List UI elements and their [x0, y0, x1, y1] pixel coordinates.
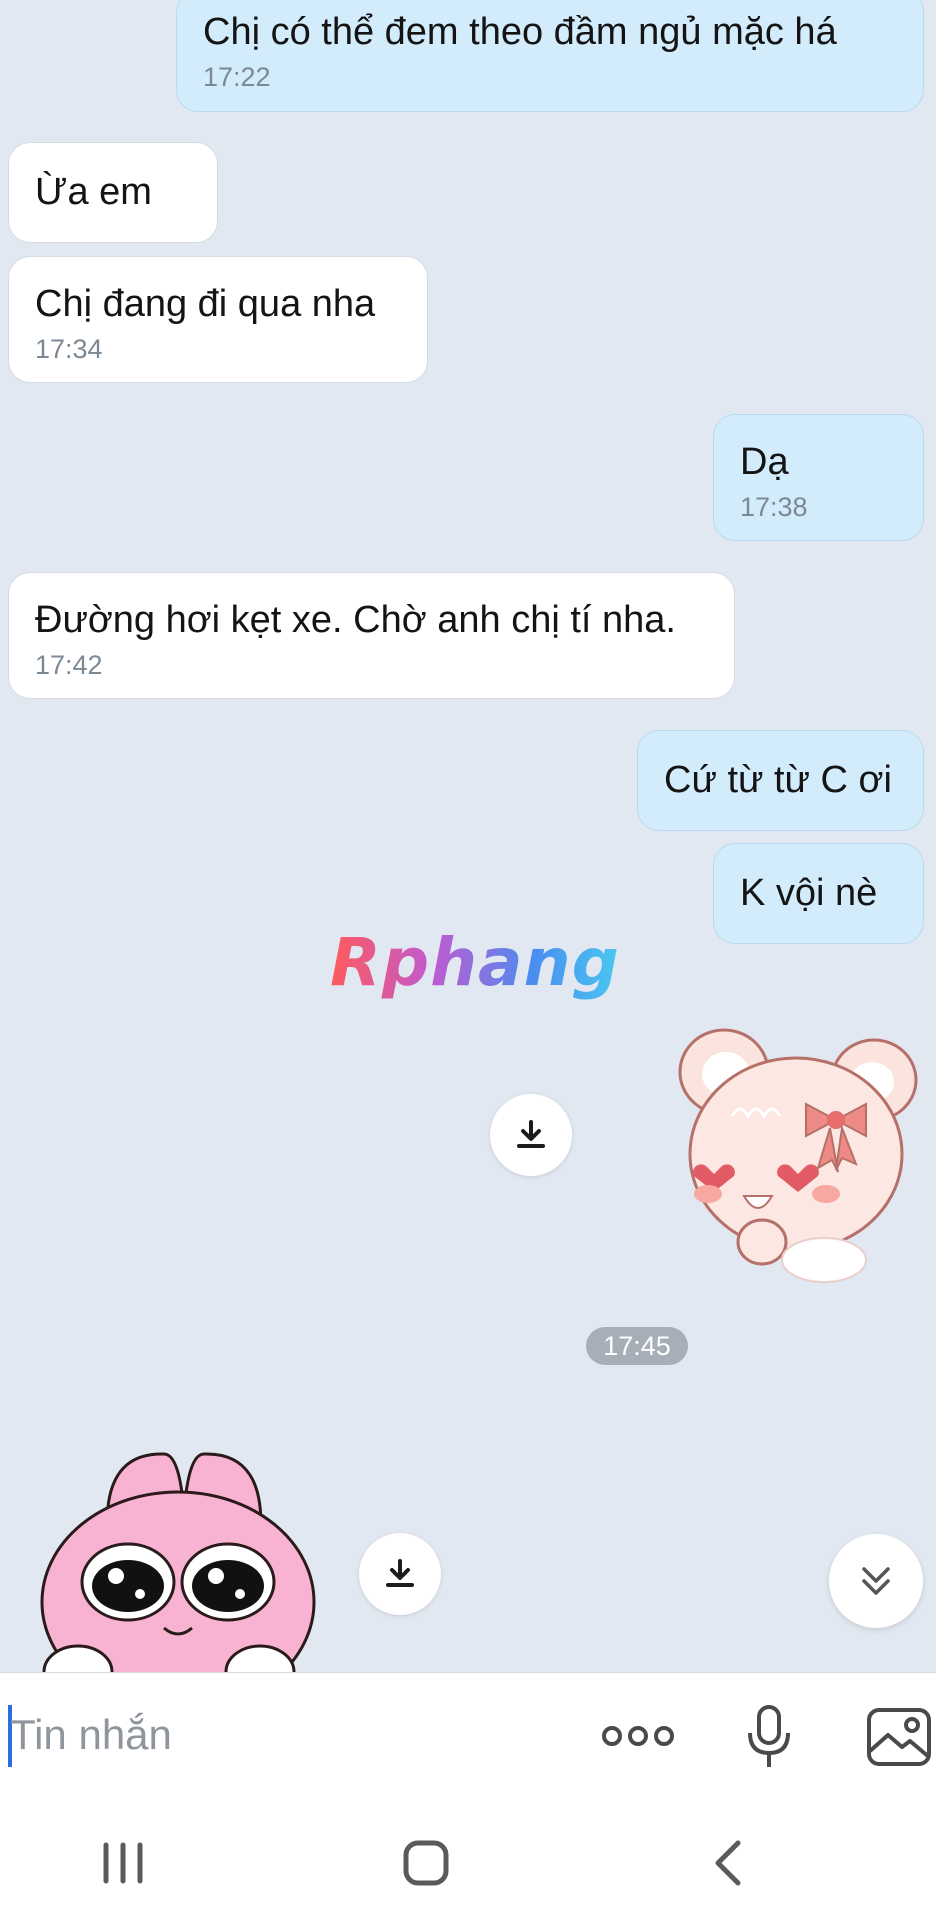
download-icon: [517, 1120, 545, 1148]
message-text: K vội nè: [740, 872, 878, 914]
time-divider: 17:45: [586, 1327, 688, 1365]
message-text: Đường hơi kẹt xe. Chờ anh chị tí nha.: [35, 599, 676, 641]
message-outgoing[interactable]: Dạ 17:38: [713, 414, 924, 541]
image-icon[interactable]: [866, 1707, 932, 1767]
message-input[interactable]: Tin nhắn: [10, 1709, 172, 1761]
download-button[interactable]: [490, 1094, 572, 1176]
bunny-sticker[interactable]: [38, 1442, 318, 1672]
chat-area[interactable]: Chị có thể đem theo đầm ngủ mặc há 17:22…: [0, 0, 936, 1672]
download-button[interactable]: [359, 1533, 441, 1615]
back-icon[interactable]: [712, 1839, 746, 1887]
message-time: 17:38: [740, 492, 808, 522]
message-time: 17:34: [35, 334, 103, 364]
message-composer: Tin nhắn: [0, 1672, 936, 1797]
recent-apps-icon[interactable]: [100, 1841, 146, 1885]
more-dots-icon[interactable]: [600, 1713, 676, 1759]
message-incoming[interactable]: Ừa em: [8, 142, 218, 243]
scroll-to-bottom-button[interactable]: [829, 1534, 923, 1628]
message-text: Chị có thể đem theo đầm ngủ mặc há: [203, 11, 837, 53]
message-text: Dạ: [740, 441, 789, 483]
message-incoming[interactable]: Đường hơi kẹt xe. Chờ anh chị tí nha. 17…: [8, 572, 735, 699]
bear-sticker[interactable]: [674, 1024, 924, 1294]
message-text: Cứ từ từ C ơi: [664, 759, 892, 801]
message-text: Chị đang đi qua nha: [35, 283, 376, 325]
home-icon[interactable]: [402, 1839, 450, 1887]
system-nav-bar: [0, 1797, 936, 1925]
download-icon: [386, 1559, 414, 1587]
double-chevron-down-icon: [862, 1567, 890, 1595]
message-outgoing[interactable]: K vội nè: [713, 843, 924, 944]
message-time: 17:22: [203, 62, 271, 92]
message-time: 17:42: [35, 650, 103, 680]
message-incoming[interactable]: Chị đang đi qua nha 17:34: [8, 256, 428, 383]
microphone-icon[interactable]: [744, 1703, 794, 1771]
watermark: Rphang: [330, 924, 620, 1001]
message-outgoing[interactable]: Chị có thể đem theo đầm ngủ mặc há 17:22: [176, 0, 924, 112]
message-outgoing[interactable]: Cứ từ từ C ơi: [637, 730, 924, 831]
message-text: Ừa em: [35, 171, 152, 213]
